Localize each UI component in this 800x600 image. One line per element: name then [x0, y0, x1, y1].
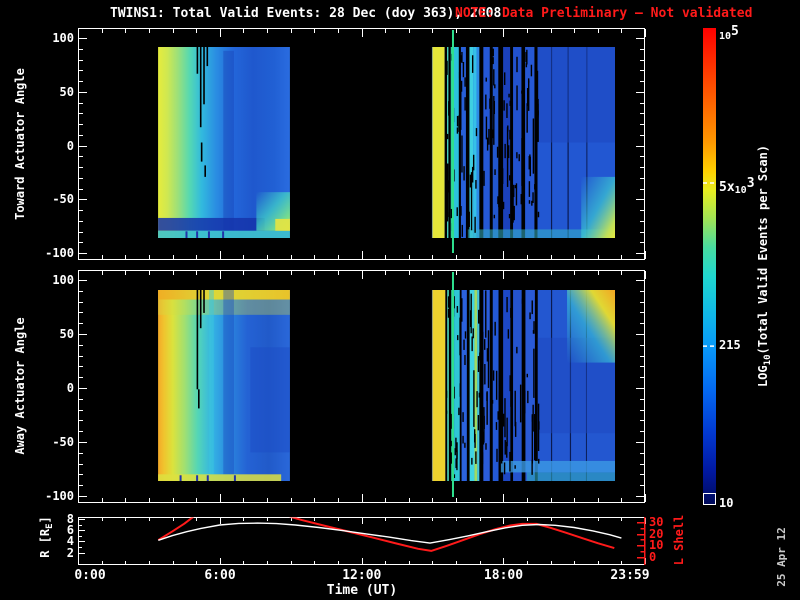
ytick-toward-0: 0	[66, 138, 74, 153]
plot-title: TWINS1: Total Valid Events: 28 Dec (doy …	[110, 6, 502, 21]
lshell-axis-label: L Shell	[672, 514, 686, 566]
xtick-6:00: 6:00	[204, 568, 236, 583]
colorbar-tick-top: 105	[719, 24, 739, 42]
ytick-away-50: 50	[59, 327, 74, 341]
xtick-0:00: 0:00	[74, 568, 106, 583]
colorbar-tick-5e3: 5x103	[719, 176, 755, 196]
ytick-away-100: 100	[52, 273, 74, 287]
ytick-away--100: -100	[45, 489, 74, 503]
xtick-18:00: 18:00	[483, 568, 524, 583]
plot-canvas	[78, 28, 716, 565]
ltick-0: 0	[649, 550, 657, 564]
away-axis-label: Away Actuator Angle	[13, 317, 27, 455]
toward-axis-label: Toward Actuator Angle	[13, 68, 27, 220]
preliminary-note: NOTE: Data Preliminary – Not validated	[455, 6, 753, 21]
date-stamp: 25 Apr 12	[775, 527, 788, 587]
colorbar-tick-215: 215	[719, 338, 741, 352]
ytick-away--50: -50	[52, 435, 74, 449]
time-axis-label: Time (UT)	[326, 583, 398, 598]
ytick-toward--50: -50	[52, 192, 74, 207]
ytick-away-0: 0	[66, 381, 74, 395]
colorbar-tick-10: 10	[719, 496, 734, 510]
ytick-toward--100: -100	[45, 246, 74, 260]
ytick-toward-100: 100	[52, 31, 74, 45]
xtick-12:00: 12:00	[342, 568, 382, 583]
ytick-toward-50: 50	[59, 84, 74, 99]
colorbar-title: LOG10(Total Valid Events per Scan)	[756, 144, 773, 388]
ytick-r-2: 2	[66, 545, 74, 560]
twins-plot-screen: TWINS1: Total Valid Events: 28 Dec (doy …	[0, 0, 800, 600]
xtick-23:59: 23:59	[610, 568, 650, 583]
